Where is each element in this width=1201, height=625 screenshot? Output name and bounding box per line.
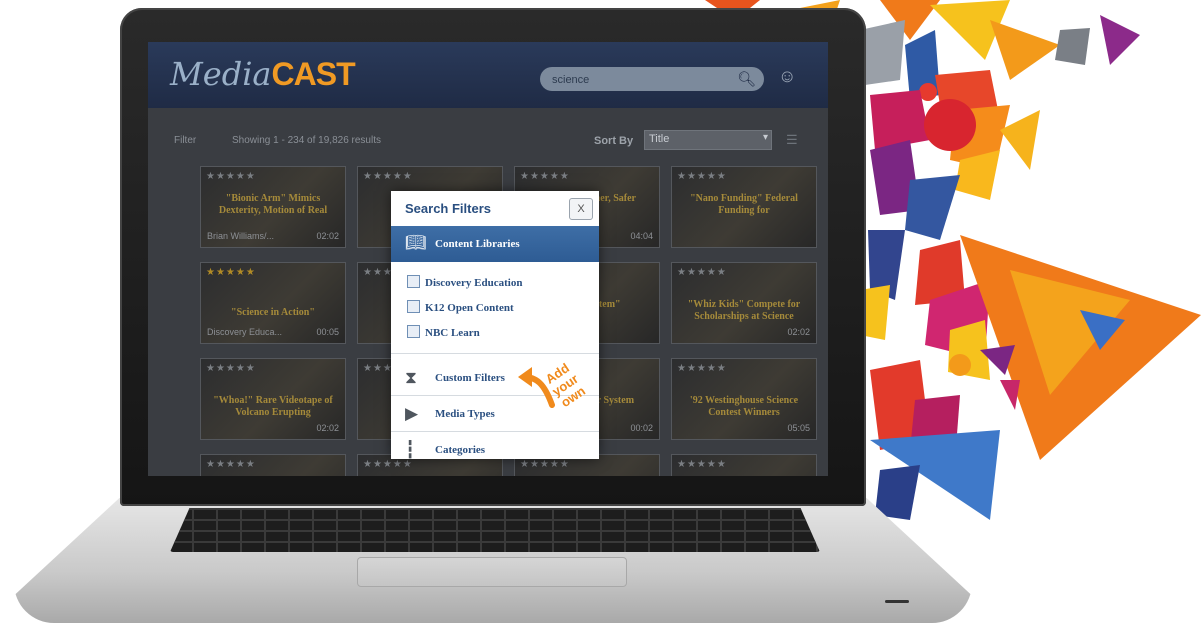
library-label: Discovery Education [425,277,523,289]
section-label: Content Libraries [435,238,520,250]
video-author: Discovery Educa... [207,327,283,337]
video-title: "Whiz Kids" Compete for Scholarships at … [687,299,801,322]
search-icon[interactable]: 🔍︎ [737,70,756,88]
checkbox[interactable] [407,275,420,288]
video-card[interactable]: ★★★★★ "Whiz Kids" Compete for Scholarshi… [671,262,817,344]
book-icon: 📖︎ [405,233,427,252]
library-label: K12 Open Content [425,302,514,314]
close-button[interactable]: X [569,198,593,220]
rating-stars: ★★★★★ [363,171,413,182]
video-duration: 00:05 [316,327,339,337]
video-duration: 02:02 [316,231,339,241]
rating-stars: ★★★★★ [206,459,256,470]
app-header: MediaCAST 🔍︎ ☺ [148,42,828,108]
divider [391,353,599,354]
video-duration: 02:02 [787,327,810,337]
rating-stars: ★★★★★ [677,459,727,470]
section-content-libraries[interactable]: 📖︎ Content Libraries [391,226,599,262]
rating-stars: ★★★★★ [363,459,413,470]
section-label: Custom Filters [435,372,505,384]
results-toolbar: Filter Showing 1 - 234 of 19,826 results… [174,126,810,154]
video-card[interactable]: ★★★★★ "Bionic Arm" Mimics Dexterity, Mot… [200,166,346,248]
rating-stars: ★★★★★ [677,267,727,278]
video-card[interactable]: ★★★★★ [200,454,346,476]
filter-label[interactable]: Filter [174,135,196,146]
popup-title: Search Filters [405,201,491,216]
section-label: Media Types [435,408,495,420]
rating-stars: ★★★★★ [206,171,256,182]
rating-stars: ★★★★★ [520,171,570,182]
sort-select[interactable]: Title ▾ [644,130,772,150]
logo-part2: CAST [271,56,356,92]
video-card[interactable]: ★★★★★ [671,454,817,476]
library-item-discovery[interactable]: Discovery Education [407,275,522,289]
video-duration: 05:05 [787,423,810,433]
video-title: '92 Westinghouse Science Contest Winners [689,395,799,418]
video-card[interactable]: ★★★★★ "Whoa!" Rare Videotape of Volcano … [200,358,346,440]
media-play-icon: ▶ [405,404,419,423]
search-input[interactable] [550,70,724,90]
video-title: "Science in Action" [231,307,315,318]
library-label: NBC Learn [425,327,480,339]
laptop-indicator [885,600,909,603]
keyboard [170,508,820,552]
chevron-down-icon: ▾ [762,132,768,143]
category-tree-icon: ┇ [405,440,416,459]
trackpad [357,557,627,587]
divider [391,431,599,432]
rating-stars: ★★★★★ [520,459,570,470]
video-duration: 00:02 [630,423,653,433]
user-profile-icon[interactable]: ☺ [778,66,796,87]
rating-stars: ★★★★★ [677,171,727,182]
sort-by-label: Sort By [594,135,634,147]
checkbox[interactable] [407,300,420,313]
library-item-k12[interactable]: K12 Open Content [407,300,514,314]
video-title: "Bionic Arm" Mimics Dexterity, Motion of… [218,193,328,216]
result-count: Showing 1 - 234 of 19,826 results [232,135,381,146]
video-card[interactable]: ★★★★★ "Nano Funding" Federal Funding for [671,166,817,248]
rating-stars: ★★★★★ [206,267,256,278]
checkbox[interactable] [407,325,420,338]
library-item-nbc[interactable]: NBC Learn [407,325,480,339]
section-label: Categories [435,444,486,456]
app-logo[interactable]: MediaCAST [170,54,356,94]
rating-stars: ★★★★★ [677,363,727,374]
video-card[interactable]: ★★★★★ "Science in Action" Discovery Educ… [200,262,346,344]
video-author: Brian Williams/... [207,231,275,241]
sort-value: Title [649,133,670,145]
video-duration: 02:02 [316,423,339,433]
list-view-icon[interactable]: ☰ [786,132,798,148]
section-categories[interactable]: ┇ Categories [391,433,599,459]
video-title: "Nano Funding" Federal Funding for [690,193,798,216]
video-card[interactable]: ★★★★★ '92 Westinghouse Science Contest W… [671,358,817,440]
logo-part1: Media [170,55,272,93]
funnel-icon: ⧗ [405,368,417,387]
video-title: "Whoa!" Rare Videotape of Volcano Erupti… [213,395,333,418]
rating-stars: ★★★★★ [206,363,256,374]
search-box: 🔍︎ [540,67,764,91]
video-duration: 04:04 [630,231,653,241]
